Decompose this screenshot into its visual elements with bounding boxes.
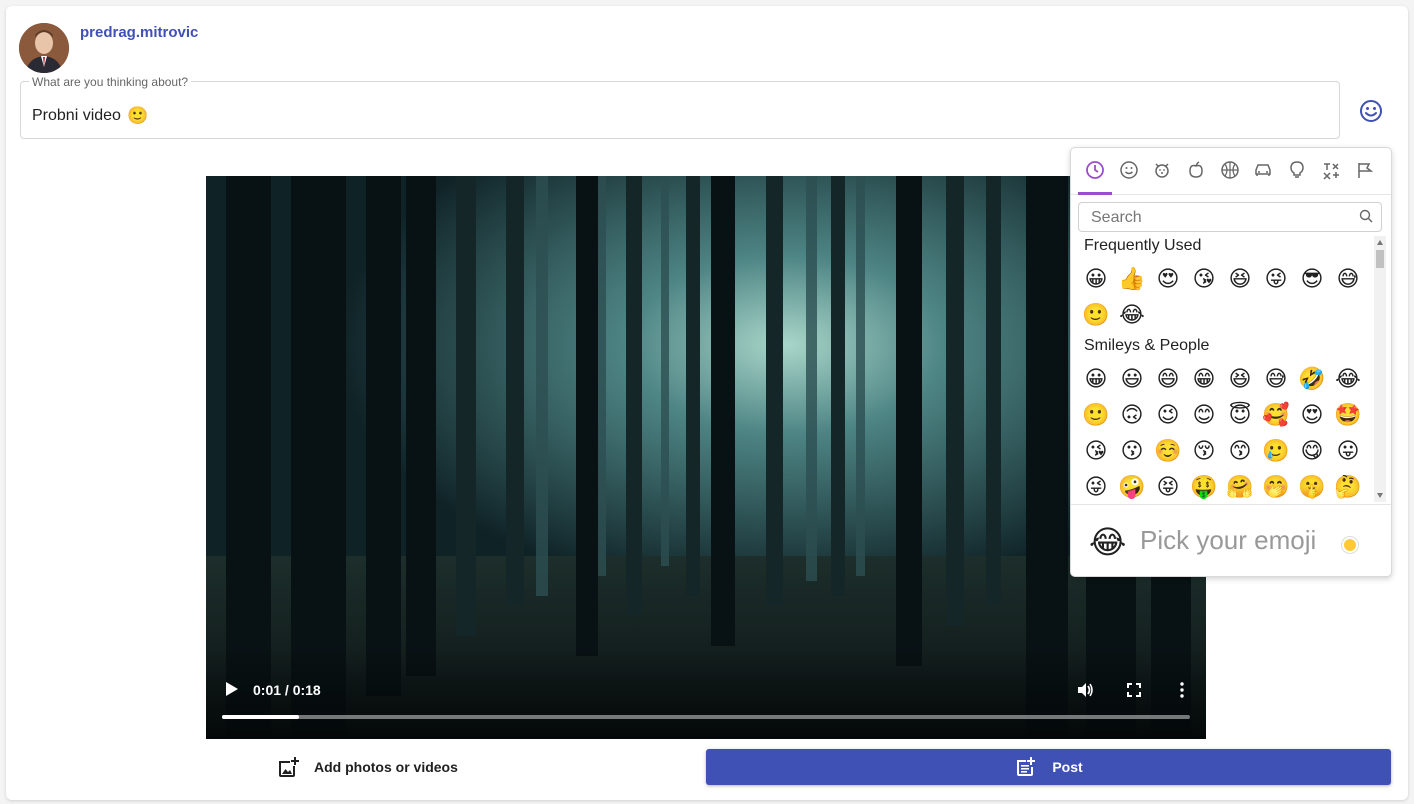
skin-tone-selector[interactable] xyxy=(1342,537,1358,553)
username[interactable]: predrag.mitrovic xyxy=(80,24,198,41)
preview-emoji: 😂 xyxy=(1089,524,1127,560)
frequent-emoji[interactable]: 😍 xyxy=(1153,264,1183,294)
post-text: Probni video xyxy=(32,107,121,124)
frequent-emoji[interactable]: 😀 xyxy=(1081,264,1111,294)
smiley-emoji[interactable]: 🤪 xyxy=(1117,472,1147,502)
smiley-emoji[interactable]: 😍 xyxy=(1297,400,1327,430)
bulb-icon[interactable] xyxy=(1286,158,1308,182)
emoji-search-field[interactable] xyxy=(1078,202,1382,232)
active-category-indicator xyxy=(1078,192,1112,195)
post-button-label: Post xyxy=(1052,759,1083,775)
preview-text: Pick your emoji xyxy=(1140,525,1317,555)
scroll-thumb[interactable] xyxy=(1376,250,1384,268)
video-player[interactable]: 0:01 / 0:18 xyxy=(206,176,1206,739)
food-icon[interactable] xyxy=(1185,158,1207,182)
add-photo-icon xyxy=(279,757,299,777)
frequent-emoji[interactable]: 😜 xyxy=(1261,264,1291,294)
smiley-emoji[interactable]: 😘 xyxy=(1081,436,1111,466)
frequent-emoji[interactable]: 👍 xyxy=(1117,264,1147,294)
search-icon xyxy=(1359,209,1373,223)
scroll-down-icon[interactable] xyxy=(1377,493,1383,498)
smiley-emoji[interactable]: 😗 xyxy=(1117,436,1147,466)
inline-emoji: 🙂 xyxy=(126,106,149,125)
smileys-people-title: Smileys & People xyxy=(1084,337,1210,354)
emoji-list[interactable]: Frequently Used Smileys & People 😀 👍 😍 😘 😆 😜 😎… xyxy=(1071,236,1371,502)
frequent-emoji[interactable]: 😅 xyxy=(1333,264,1363,294)
smiley-emoji[interactable]: 😃 xyxy=(1117,364,1147,394)
post-button[interactable]: Post xyxy=(706,749,1391,785)
smiley-emoji[interactable]: 😇 xyxy=(1225,400,1255,430)
smiley-emoji[interactable]: 😄 xyxy=(1153,364,1183,394)
smiley-emoji[interactable]: 🤣 xyxy=(1297,364,1327,394)
smiley-icon[interactable] xyxy=(1118,158,1140,182)
emoji-list-scrollbar[interactable] xyxy=(1374,236,1386,502)
smiley-emoji[interactable]: 🙂 xyxy=(1081,400,1111,430)
smiley-emoji[interactable]: 😉 xyxy=(1153,400,1183,430)
symbols-icon[interactable] xyxy=(1320,158,1342,182)
avatar[interactable] xyxy=(19,23,69,73)
clock-icon[interactable] xyxy=(1084,158,1106,182)
more-options-icon[interactable] xyxy=(1173,681,1191,699)
smiley-emoji[interactable]: 🤗 xyxy=(1225,472,1255,502)
emoji-category-bar xyxy=(1071,148,1391,195)
smiley-emoji[interactable]: 🤩 xyxy=(1333,400,1363,430)
smiley-emoji[interactable]: 🥰 xyxy=(1261,400,1291,430)
add-media-label: Add photos or videos xyxy=(314,759,458,775)
play-icon[interactable] xyxy=(224,680,240,698)
smiley-emoji[interactable]: 😅 xyxy=(1261,364,1291,394)
smiley-emoji[interactable]: 😋 xyxy=(1297,436,1327,466)
frequent-emoji[interactable]: 😆 xyxy=(1225,264,1255,294)
frequent-emoji[interactable]: 😂 xyxy=(1117,300,1147,330)
frequent-emoji[interactable]: 😎 xyxy=(1297,264,1327,294)
frequently-used-title: Frequently Used xyxy=(1084,237,1202,254)
smiley-emoji[interactable]: 😀 xyxy=(1081,364,1111,394)
smiley-emoji[interactable]: 😚 xyxy=(1189,436,1219,466)
animal-icon[interactable] xyxy=(1151,158,1173,182)
post-add-icon xyxy=(1017,757,1036,776)
field-label: What are you thinking about? xyxy=(29,76,192,88)
volume-icon[interactable] xyxy=(1076,681,1094,699)
smiley-emoji[interactable]: 😁 xyxy=(1189,364,1219,394)
smiley-emoji[interactable]: 🤫 xyxy=(1297,472,1327,502)
emoji-preview: 😂 Pick your emoji xyxy=(1071,504,1391,576)
video-controls xyxy=(206,649,1206,739)
smiley-emoji[interactable]: 😆 xyxy=(1225,364,1255,394)
smiley-emoji[interactable]: 😛 xyxy=(1333,436,1363,466)
smiley-emoji[interactable]: 😝 xyxy=(1153,472,1183,502)
smiley-emoji[interactable]: 😂 xyxy=(1333,364,1363,394)
smiley-emoji[interactable]: 🤔 xyxy=(1333,472,1363,502)
frequent-emoji[interactable]: 😘 xyxy=(1189,264,1219,294)
frequent-emoji[interactable]: 🙂 xyxy=(1081,300,1111,330)
flag-icon[interactable] xyxy=(1354,158,1376,182)
post-text-value[interactable]: Probni video 🙂 xyxy=(32,106,148,126)
smiley-emoji[interactable]: 🤑 xyxy=(1189,472,1219,502)
smiley-emoji[interactable]: ☺️ xyxy=(1153,436,1183,466)
video-time: 0:01 / 0:18 xyxy=(253,682,321,698)
ball-icon[interactable] xyxy=(1219,158,1241,182)
smiley-emoji[interactable]: 🙃 xyxy=(1117,400,1147,430)
emoji-search-input[interactable] xyxy=(1089,207,1353,229)
emoji-picker: Frequently Used Smileys & People 😀👍😍😘😆😜😎… xyxy=(1070,147,1392,577)
smiley-emoji[interactable]: 😜 xyxy=(1081,472,1111,502)
smiley-emoji[interactable]: 😙 xyxy=(1225,436,1255,466)
emoji-picker-toggle-icon[interactable] xyxy=(1358,98,1384,124)
smiley-emoji[interactable]: 🥲 xyxy=(1261,436,1291,466)
fullscreen-icon[interactable] xyxy=(1125,681,1143,699)
smiley-emoji[interactable]: 😊 xyxy=(1189,400,1219,430)
scroll-up-icon[interactable] xyxy=(1377,240,1383,245)
video-progress-fill xyxy=(222,715,300,719)
smiley-emoji[interactable]: 🤭 xyxy=(1261,472,1291,502)
video-progress-bar[interactable] xyxy=(222,715,1190,719)
add-photos-videos-button[interactable]: Add photos or videos xyxy=(276,752,458,782)
post-text-field[interactable]: What are you thinking about? Probni vide… xyxy=(20,76,1340,139)
car-icon[interactable] xyxy=(1252,158,1274,182)
